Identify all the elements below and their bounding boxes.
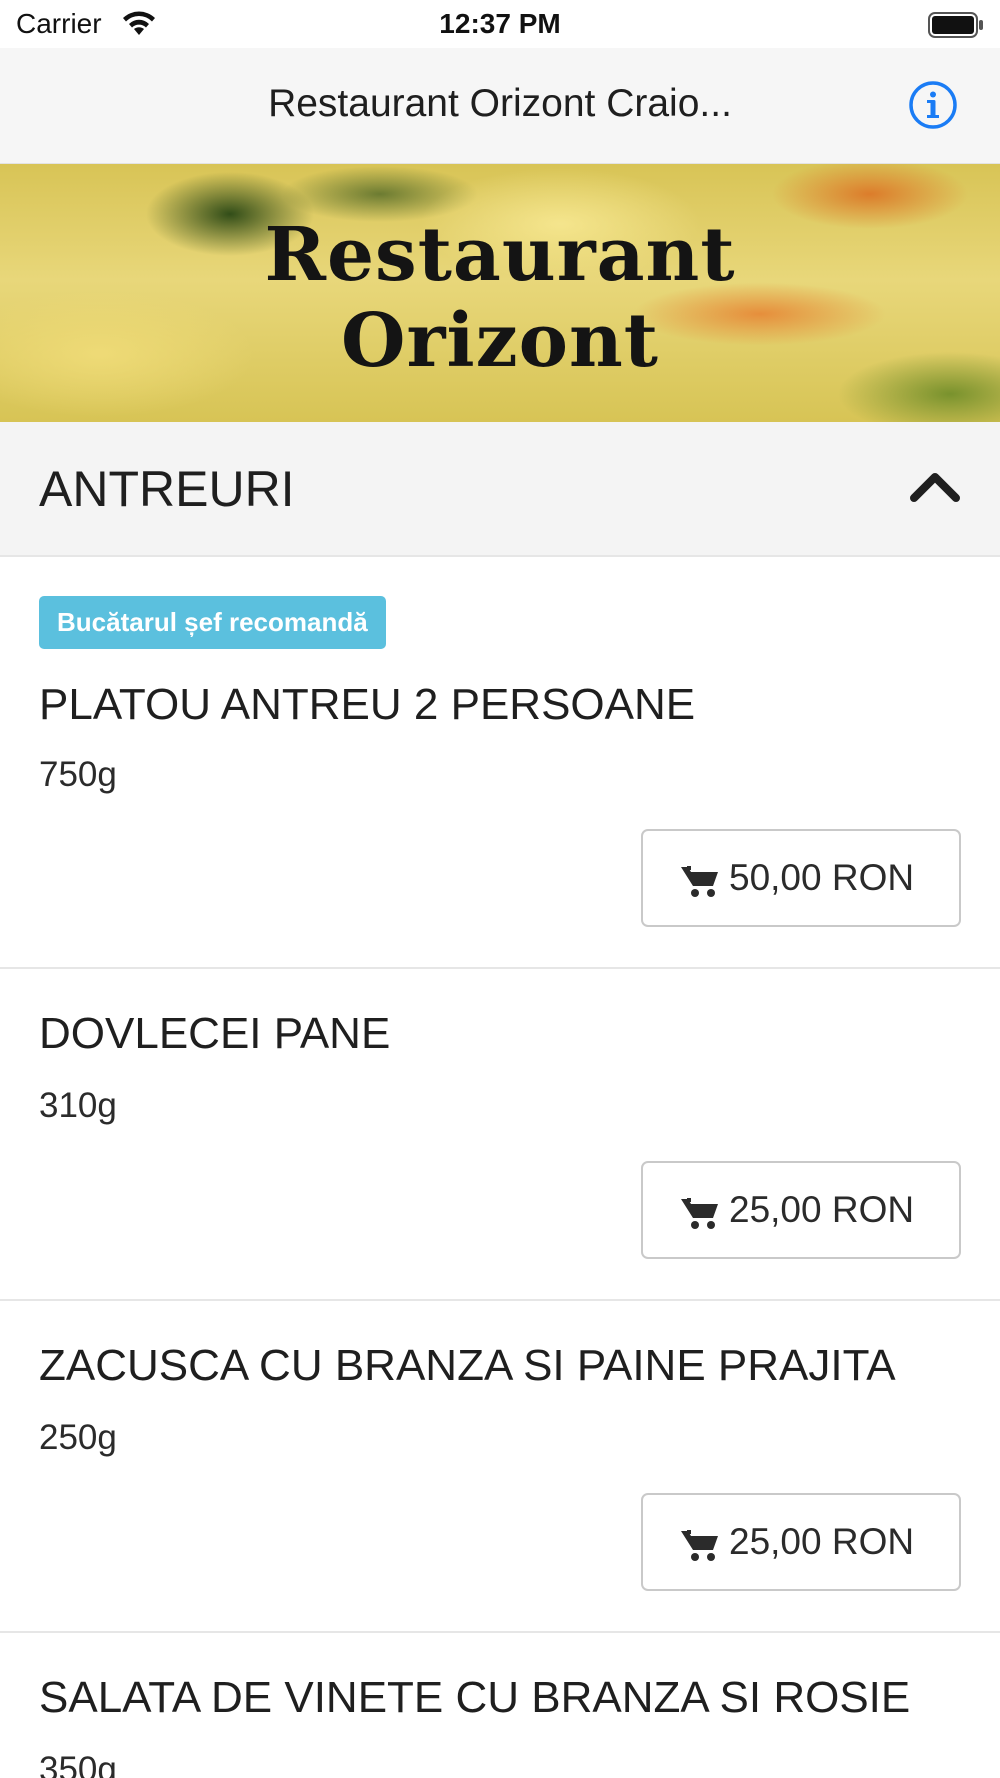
item-weight: 310g (39, 1086, 117, 1125)
banner-logo-text: Restaurant Orizont (0, 212, 1000, 384)
nav-bar: Restaurant Orizont Craio... (0, 48, 1000, 164)
clock: 12:37 PM (439, 8, 561, 39)
price-label: 50,00 RON (729, 857, 915, 898)
chevron-up-icon[interactable] (910, 466, 960, 506)
shopping-cart-icon (681, 866, 718, 897)
item-weight: 350g (39, 1750, 117, 1778)
info-circle-icon[interactable] (908, 80, 958, 130)
menu-item: SALATA DE VINETE CU BRANZA SI ROSIE 350g (0, 1633, 1000, 1778)
screen: Carrier 12:37 PM Restaurant Orizont Crai… (0, 0, 1000, 1778)
shopping-cart-icon (681, 1530, 718, 1561)
price-label: 25,00 RON (729, 1189, 915, 1230)
menu-item: Bucătarul șef recomandă PLATOU ANTREU 2 … (0, 557, 1000, 969)
price-label: 25,00 RON (729, 1521, 915, 1562)
menu-item: DOVLECEI PANE 310g 25,00 RON (0, 969, 1000, 1301)
battery-icon (928, 12, 983, 38)
add-to-cart-button[interactable]: 25,00 RON (641, 1161, 961, 1259)
add-to-cart-button[interactable]: 50,00 RON (641, 829, 961, 927)
add-to-cart-button[interactable]: 25,00 RON (641, 1493, 961, 1591)
item-name: ZACUSCA CU BRANZA SI PAINE PRAJITA (39, 1341, 896, 1390)
menu-item: ZACUSCA CU BRANZA SI PAINE PRAJITA 250g … (0, 1301, 1000, 1633)
item-weight: 750g (39, 755, 117, 794)
section-title: ANTREURI (39, 461, 295, 517)
chef-recommends-badge: Bucătarul șef recomandă (39, 596, 386, 649)
nav-title: Restaurant Orizont Craio... (268, 82, 732, 125)
shopping-cart-icon (681, 1198, 718, 1229)
banner-line-2: Orizont (341, 298, 659, 384)
section-header-antreuri[interactable]: ANTREURI (0, 422, 1000, 557)
restaurant-banner-image: Restaurant Orizont (0, 164, 1000, 422)
item-name: SALATA DE VINETE CU BRANZA SI ROSIE (39, 1673, 911, 1722)
banner-line-1: Restaurant (264, 212, 736, 298)
status-bar: Carrier 12:37 PM (0, 0, 1000, 48)
item-name: PLATOU ANTREU 2 PERSOANE (39, 680, 696, 729)
item-name: DOVLECEI PANE (39, 1009, 391, 1058)
item-weight: 250g (39, 1418, 117, 1457)
